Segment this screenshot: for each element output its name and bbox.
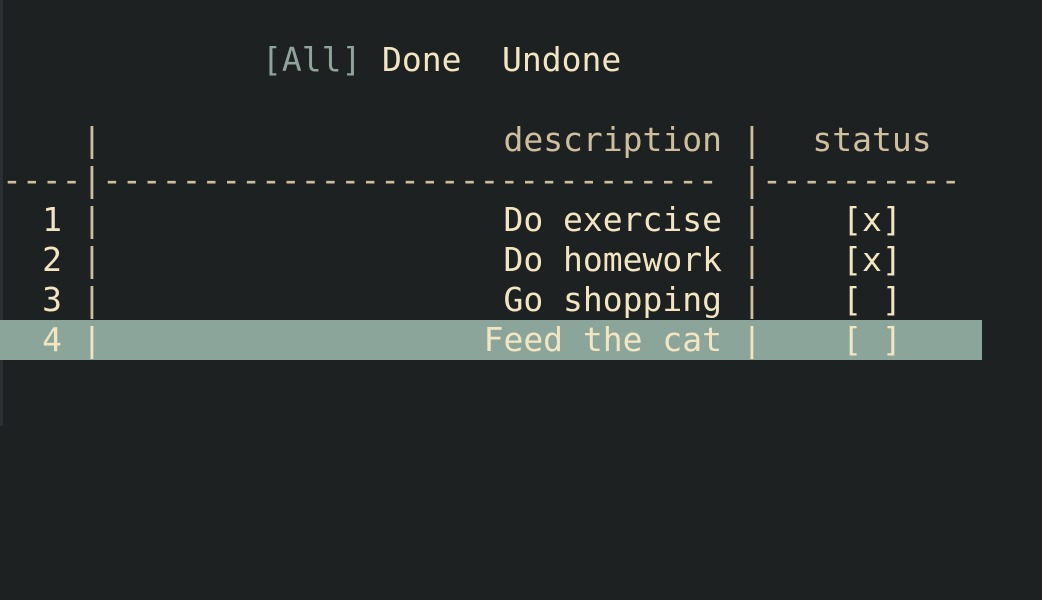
column-separator: | bbox=[742, 120, 762, 159]
divider-status: ---------- bbox=[762, 160, 961, 199]
divider-index: ---- bbox=[2, 160, 82, 199]
divider-junction: | bbox=[742, 160, 762, 199]
column-separator: | bbox=[742, 320, 762, 359]
table-row-selected[interactable]: 4 | Feed the cat | [ ] bbox=[0, 320, 982, 360]
column-separator: | bbox=[742, 200, 762, 239]
column-separator: | bbox=[742, 280, 762, 319]
row-status-checkbox[interactable]: [ ] bbox=[762, 280, 982, 320]
table-row[interactable]: 2 | Do homework | [x] bbox=[0, 240, 1042, 280]
column-header-description: description bbox=[503, 120, 722, 159]
tab-all[interactable]: [All] bbox=[262, 40, 361, 80]
row-description: Feed the cat bbox=[483, 320, 722, 359]
terminal-window: [All] Done Undone | description | status… bbox=[0, 0, 1042, 426]
divider-description: ------------------------------- bbox=[102, 160, 718, 199]
row-description: Go shopping bbox=[503, 280, 722, 319]
column-separator: | bbox=[82, 280, 102, 319]
table-divider: ---- | ------------------------------- |… bbox=[0, 160, 1042, 200]
row-index: 1 bbox=[42, 200, 62, 239]
row-status-checkbox[interactable]: [x] bbox=[762, 200, 982, 240]
row-index: 3 bbox=[42, 280, 62, 319]
column-separator: | bbox=[742, 240, 762, 279]
column-separator: | bbox=[82, 200, 102, 239]
column-separator: | bbox=[82, 240, 102, 279]
column-header-status: status bbox=[812, 120, 932, 159]
row-index: 4 bbox=[42, 320, 62, 359]
table-row[interactable]: 3 | Go shopping | [ ] bbox=[0, 280, 1042, 320]
filter-tabs: [All] Done Undone bbox=[0, 40, 1042, 80]
table-row[interactable]: 1 | Do exercise | [x] bbox=[0, 200, 1042, 240]
column-separator: | bbox=[82, 320, 102, 359]
row-description: Do homework bbox=[503, 240, 722, 279]
row-status-checkbox[interactable]: [ ] bbox=[762, 320, 982, 360]
column-header-index bbox=[0, 120, 80, 160]
tab-undone[interactable]: Undone bbox=[502, 40, 621, 80]
column-separator: | bbox=[82, 120, 102, 159]
row-index: 2 bbox=[42, 240, 62, 279]
table-header: | description | status bbox=[0, 120, 1042, 160]
row-status-checkbox[interactable]: [x] bbox=[762, 240, 982, 280]
row-description: Do exercise bbox=[503, 200, 722, 239]
tab-done[interactable]: Done bbox=[382, 40, 461, 80]
divider-junction: | bbox=[82, 160, 102, 199]
